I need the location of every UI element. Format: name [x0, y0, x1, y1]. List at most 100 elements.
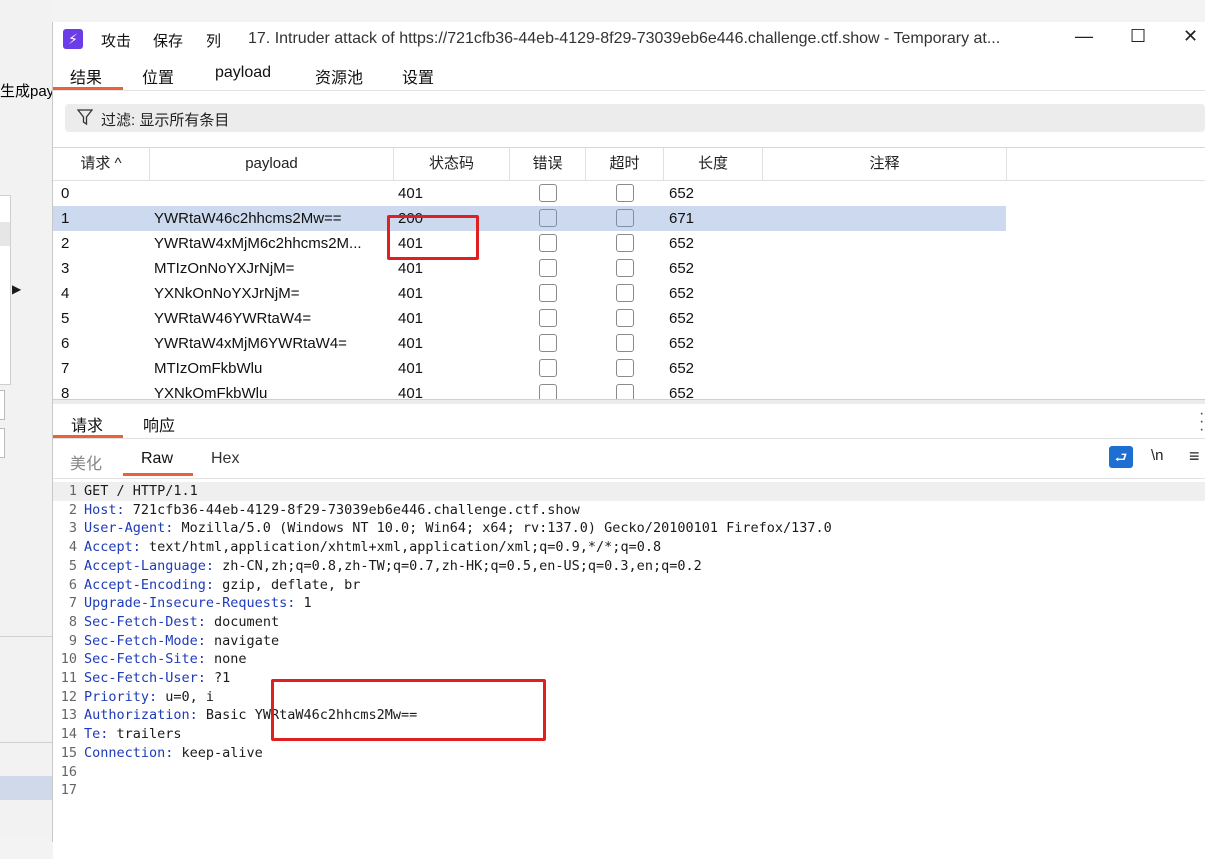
code-text: Accept: text/html,application/xhtml+xml,… — [84, 538, 661, 557]
code-line[interactable]: 10 Sec-Fetch-Site: none — [53, 650, 1205, 669]
table-row[interactable]: 3 MTIzOnNoYXJrNjM= 401 652 — [53, 256, 1006, 281]
line-number: 8 — [68, 613, 77, 630]
timeout-checkbox[interactable] — [616, 184, 634, 202]
header-name: Upgrade-Insecure-Requests: — [84, 595, 296, 612]
tab-response[interactable]: 响应 — [143, 412, 175, 436]
table-row[interactable]: 1 YWRtaW46c2hhcms2Mw== 200 671 — [53, 206, 1006, 231]
error-checkbox[interactable] — [539, 234, 557, 252]
column-header-comment[interactable]: 注释 — [763, 148, 1007, 180]
menu-columns[interactable]: 列 — [206, 30, 221, 51]
tab-payload[interactable]: payload — [215, 64, 271, 82]
cell-payload: YWRtaW4xMjM6c2hhcms2M... — [154, 235, 362, 252]
code-line[interactable]: 6 Accept-Encoding: gzip, deflate, br — [53, 576, 1205, 595]
code-text: Accept-Language: zh-CN,zh;q=0.8,zh-TW;q=… — [84, 557, 702, 576]
table-row[interactable]: 7 MTIzOmFkbWlu 401 652 — [53, 356, 1006, 381]
error-checkbox[interactable] — [539, 284, 557, 302]
error-checkbox[interactable] — [539, 334, 557, 352]
code-line[interactable]: 17 — [53, 781, 1205, 800]
background-divider — [0, 636, 52, 637]
cell-payload: MTIzOnNoYXJrNjM= — [154, 260, 295, 277]
line-number: 5 — [68, 557, 77, 574]
close-icon[interactable]: ✕ — [1183, 26, 1198, 47]
header-name: Connection: — [84, 744, 174, 761]
background-input[interactable] — [0, 390, 5, 420]
filter-bar[interactable]: 过滤: 显示所有条目 — [65, 104, 1205, 132]
code-line[interactable]: 9 Sec-Fetch-Mode: navigate — [53, 632, 1205, 651]
timeout-checkbox[interactable] — [616, 209, 634, 227]
error-checkbox[interactable] — [539, 309, 557, 327]
menu-attack[interactable]: 攻击 — [101, 30, 131, 51]
timeout-checkbox[interactable] — [616, 359, 634, 377]
header-value: u=0, i — [157, 688, 215, 705]
minimize-icon[interactable]: — — [1075, 26, 1093, 47]
code-line[interactable]: 11 Sec-Fetch-User: ?1 — [53, 669, 1205, 688]
word-wrap-icon[interactable]: ⮐ — [1109, 446, 1133, 468]
maximize-icon[interactable]: ☐ — [1130, 26, 1146, 47]
column-header-payload[interactable]: payload — [150, 148, 394, 180]
line-number: 3 — [68, 520, 77, 537]
table-row[interactable]: 5 YWRtaW46YWRtaW4= 401 652 — [53, 306, 1006, 331]
code-text: Sec-Fetch-Dest: document — [84, 613, 279, 632]
error-checkbox[interactable] — [539, 209, 557, 227]
tab-raw[interactable]: Raw — [141, 450, 173, 468]
column-header-length[interactable]: 长度 — [664, 148, 763, 180]
code-line[interactable]: 13 Authorization: Basic YWRtaW46c2hhcms2M… — [53, 706, 1205, 725]
show-newlines-button[interactable]: \n — [1151, 447, 1164, 464]
code-line[interactable]: 15 Connection: keep-alive — [53, 744, 1205, 763]
timeout-checkbox[interactable] — [616, 309, 634, 327]
error-checkbox[interactable] — [539, 184, 557, 202]
tab-settings[interactable]: 设置 — [402, 64, 434, 88]
tab-results[interactable]: 结果 — [70, 64, 102, 88]
error-checkbox[interactable] — [539, 359, 557, 377]
timeout-checkbox[interactable] — [616, 384, 634, 400]
column-header-timeout[interactable]: 超时 — [586, 148, 664, 180]
intruder-attack-window: ⚡ 攻击 保存 列 17. Intruder attack of https:/… — [52, 22, 1205, 859]
cell-status: 401 — [398, 335, 424, 352]
table-row[interactable]: 2 YWRtaW4xMjM6c2hhcms2M... 401 652 — [53, 231, 1006, 256]
table-row[interactable]: 8 YXNkOmFkbWlu 401 652 — [53, 381, 1006, 400]
code-line[interactable]: 4 Accept: text/html,application/xhtml+xml… — [53, 538, 1205, 557]
column-header-error[interactable]: 错误 — [510, 148, 586, 180]
code-line[interactable]: 7 Upgrade-Insecure-Requests: 1 — [53, 594, 1205, 613]
cell-length: 652 — [669, 260, 695, 277]
raw-request-editor[interactable]: 1 GET / HTTP/1.1 2 Host: 721cfb36-44eb-4129… — [53, 478, 1205, 859]
background-expand-arrow-icon[interactable]: ▶ — [12, 282, 21, 296]
table-row[interactable]: 0 401 652 — [53, 181, 1006, 206]
timeout-checkbox[interactable] — [616, 234, 634, 252]
line-number: 10 — [60, 651, 77, 668]
code-line[interactable]: 8 Sec-Fetch-Dest: document — [53, 613, 1205, 632]
code-line[interactable]: 16 — [53, 763, 1205, 782]
results-table: 请求 ^ payload 状态码 错误 超时 长度 注释 0 401 652 1 YWR… — [53, 147, 1205, 400]
background-selected-row — [0, 776, 52, 800]
menu-save[interactable]: 保存 — [153, 30, 183, 51]
error-checkbox[interactable] — [539, 259, 557, 277]
code-line[interactable]: 2 Host: 721cfb36-44eb-4129-8f29-73039eb6e… — [53, 501, 1205, 520]
code-line[interactable]: 5 Accept-Language: zh-CN,zh;q=0.8,zh-TW;q… — [53, 557, 1205, 576]
column-header-status[interactable]: 状态码 — [394, 148, 510, 180]
table-row[interactable]: 4 YXNkOnNoYXJrNjM= 401 652 — [53, 281, 1006, 306]
code-line[interactable]: 12 Priority: u=0, i — [53, 688, 1205, 707]
timeout-checkbox[interactable] — [616, 284, 634, 302]
cell-payload: YWRtaW4xMjM6YWRtaW4= — [154, 335, 347, 352]
header-value: text/html,application/xhtml+xml,applicat… — [140, 539, 662, 556]
error-checkbox[interactable] — [539, 384, 557, 400]
table-row[interactable]: 6 YWRtaW4xMjM6YWRtaW4= 401 652 — [53, 331, 1006, 356]
column-header-request[interactable]: 请求 ^ — [53, 148, 150, 180]
tab-hex[interactable]: Hex — [211, 450, 239, 468]
tab-request[interactable]: 请求 — [71, 412, 103, 436]
code-line[interactable]: 3 User-Agent: Mozilla/5.0 (Windows NT 10.… — [53, 519, 1205, 538]
timeout-checkbox[interactable] — [616, 334, 634, 352]
code-line[interactable]: 14 Te: trailers — [53, 725, 1205, 744]
header-value: zh-CN,zh;q=0.8,zh-TW;q=0.7,zh-HK;q=0.5,e… — [214, 557, 702, 574]
code-line[interactable]: 1 GET / HTTP/1.1 — [53, 482, 1205, 501]
menu-icon[interactable]: ≡ — [1189, 446, 1200, 467]
auth-highlight-box — [271, 679, 546, 741]
background-input[interactable] — [0, 428, 5, 458]
line-number: 15 — [60, 744, 77, 761]
more-options-icon[interactable]: · · · — [1199, 406, 1204, 438]
header-value: document — [205, 613, 280, 630]
timeout-checkbox[interactable] — [616, 259, 634, 277]
tab-resource-pool[interactable]: 资源池 — [315, 64, 363, 88]
tab-positions[interactable]: 位置 — [142, 64, 174, 88]
tab-pretty[interactable]: 美化 — [70, 450, 102, 474]
